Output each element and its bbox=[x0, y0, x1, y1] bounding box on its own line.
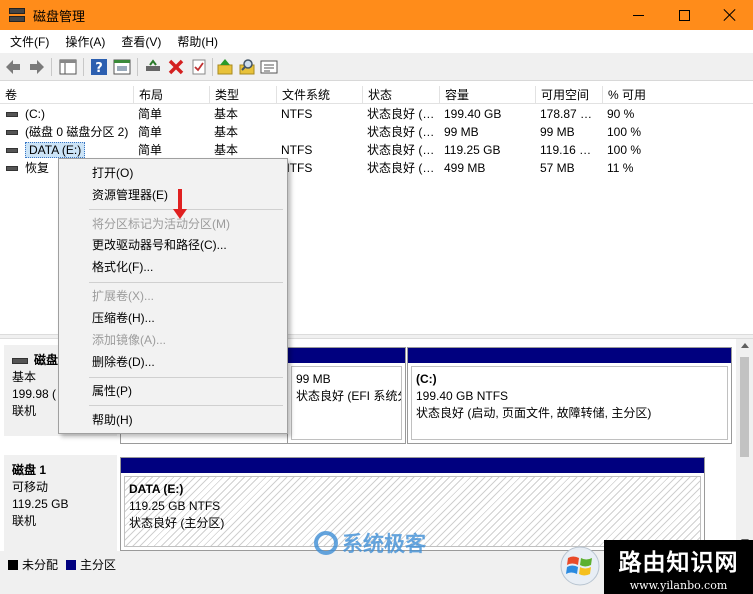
menu-item-open[interactable]: 打开(O) bbox=[61, 162, 285, 184]
disk0-partition-efi[interactable]: 99 MB 状态良好 (EFI 系统分 bbox=[287, 347, 406, 444]
disk1-name: 磁盘 1 bbox=[12, 463, 47, 477]
disk0-partition-c[interactable]: (C:) 199.40 GB NTFS 状态良好 (启动, 页面文件, 故障转储… bbox=[407, 347, 732, 444]
scroll-thumb[interactable] bbox=[740, 357, 749, 457]
column-capacity[interactable]: 容量 bbox=[439, 86, 535, 104]
show-hide-pane-icon[interactable] bbox=[113, 58, 131, 76]
volume-icon bbox=[6, 148, 18, 153]
menu-item-shrink[interactable]: 压缩卷(H)... bbox=[61, 307, 285, 329]
minimize-button[interactable] bbox=[615, 0, 661, 30]
toolbar: ? bbox=[0, 53, 753, 81]
column-free-space[interactable]: 可用空间 bbox=[535, 86, 602, 104]
minimize-icon bbox=[632, 14, 644, 16]
primary-swatch bbox=[66, 559, 76, 570]
brand-name: 路由知识网 bbox=[618, 550, 739, 576]
disk1-kind: 可移动 bbox=[12, 480, 49, 494]
console-tree-icon[interactable] bbox=[59, 58, 77, 76]
scroll-up-icon[interactable] bbox=[741, 343, 749, 348]
windows-logo-icon bbox=[560, 546, 600, 586]
back-icon[interactable] bbox=[5, 58, 23, 76]
menu-action[interactable]: 操作(A) bbox=[59, 33, 111, 50]
annotation-arrow-icon bbox=[173, 189, 187, 219]
column-status[interactable]: 状态 bbox=[362, 86, 439, 104]
check-icon[interactable] bbox=[190, 58, 208, 76]
menu-item-change-drive-letter[interactable]: 更改驱动器号和路径(C)... bbox=[61, 234, 285, 256]
close-button[interactable] bbox=[707, 0, 753, 30]
column-layout[interactable]: 布局 bbox=[133, 86, 209, 104]
volume-list-header: 卷 布局 类型 文件系统 状态 容量 可用空间 % 可用 bbox=[0, 86, 753, 104]
brand-url: www.yilanbo.com bbox=[629, 579, 728, 592]
search-icon[interactable] bbox=[238, 58, 256, 76]
menu-help[interactable]: 帮助(H) bbox=[171, 33, 224, 50]
svg-text:?: ? bbox=[95, 61, 103, 76]
disk-management-icon bbox=[9, 8, 25, 22]
disk1-label[interactable]: 磁盘 1 可移动 119.25 GB 联机 bbox=[4, 455, 117, 551]
menu-item-help[interactable]: 帮助(H) bbox=[61, 409, 285, 431]
legend-unallocated: 未分配 bbox=[8, 556, 58, 573]
menu-item-add-mirror: 添加镜像(A)... bbox=[92, 333, 166, 347]
close-icon bbox=[723, 8, 737, 22]
volume-icon bbox=[6, 130, 18, 135]
menu-item-extend: 扩展卷(X)... bbox=[92, 289, 154, 303]
window-title: 磁盘管理 bbox=[33, 8, 86, 24]
column-percent-free[interactable]: % 可用 bbox=[602, 86, 682, 104]
selected-volume-name: DATA (E:) bbox=[25, 142, 86, 158]
column-filesystem[interactable]: 文件系统 bbox=[276, 86, 362, 104]
title-bar: 磁盘管理 bbox=[0, 0, 753, 30]
menu-item-properties[interactable]: 属性(P) bbox=[61, 380, 285, 402]
forward-icon[interactable] bbox=[27, 58, 45, 76]
legend-primary: 主分区 bbox=[66, 556, 116, 573]
menu-item-format[interactable]: 格式化(F)... bbox=[61, 256, 285, 278]
column-type[interactable]: 类型 bbox=[209, 86, 276, 104]
table-row[interactable]: (C:) 简单 基本 NTFS 状态良好 (… 199.40 GB 178.87… bbox=[0, 105, 753, 123]
volume-icon bbox=[6, 112, 18, 117]
help-icon[interactable]: ? bbox=[90, 58, 108, 76]
maximize-button[interactable] bbox=[661, 0, 707, 30]
table-row[interactable]: (磁盘 0 磁盘分区 2) 简单 基本 状态良好 (… 99 MB 99 MB … bbox=[0, 123, 753, 141]
menu-item-delete[interactable]: 删除卷(D)... bbox=[61, 351, 285, 373]
menu-view[interactable]: 查看(V) bbox=[115, 33, 167, 50]
brand-badge: 路由知识网 www.yilanbo.com bbox=[604, 540, 753, 594]
disk1-size: 119.25 GB bbox=[12, 497, 69, 511]
vertical-scrollbar[interactable] bbox=[736, 339, 753, 551]
delete-icon[interactable] bbox=[167, 58, 185, 76]
watermark-logo-icon bbox=[314, 531, 338, 555]
connect-disk-icon[interactable] bbox=[144, 58, 162, 76]
column-volume[interactable]: 卷 bbox=[0, 86, 133, 104]
up-icon[interactable] bbox=[216, 58, 234, 76]
menu-file[interactable]: 文件(F) bbox=[4, 33, 55, 50]
properties-icon[interactable] bbox=[260, 58, 278, 76]
volume-icon bbox=[6, 166, 18, 171]
menu-bar: 文件(F) 操作(A) 查看(V) 帮助(H) bbox=[0, 30, 753, 53]
disk1-state: 联机 bbox=[12, 514, 37, 528]
disk0-name: 磁盘 bbox=[34, 353, 59, 367]
unallocated-swatch bbox=[8, 559, 18, 570]
maximize-icon bbox=[678, 9, 690, 21]
disk-icon bbox=[12, 357, 28, 364]
table-row[interactable]: DATA (E:) 简单 基本 NTFS 状态良好 (… 119.25 GB 1… bbox=[0, 141, 753, 159]
watermark: 系统极客 bbox=[314, 528, 426, 558]
